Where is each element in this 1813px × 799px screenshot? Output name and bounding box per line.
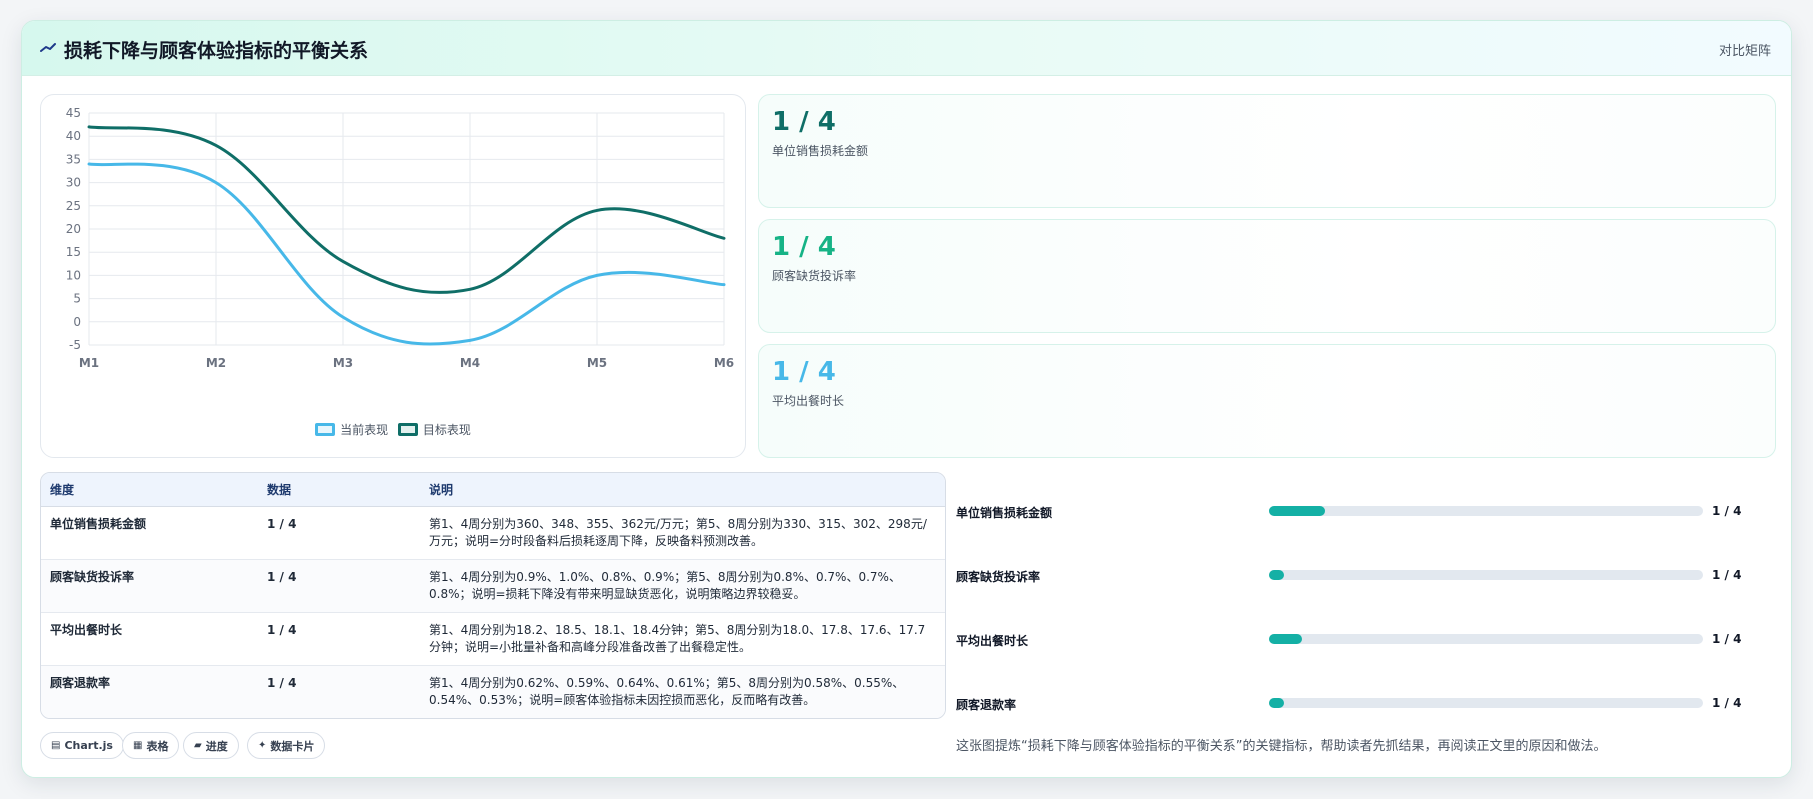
stat-card-stockout-complaints: 1 / 4 顾客缺货投诉率 xyxy=(758,219,1776,333)
x-tick-label: M5 xyxy=(587,356,607,370)
y-tick-label: 25 xyxy=(66,199,81,213)
y-tick-label: 30 xyxy=(66,176,81,190)
cell-data: 1 / 4 xyxy=(258,612,420,666)
stat-value: 1 / 4 xyxy=(772,107,836,137)
panel-header: 损耗下降与顾客体验指标的平衡关系 对比矩阵 xyxy=(22,21,1791,76)
stat-card-loss-amount: 1 / 4 单位销售损耗金额 xyxy=(758,94,1776,208)
y-tick-label: 5 xyxy=(73,292,81,306)
cell-data: 1 / 4 xyxy=(258,506,420,560)
x-tick-label: M1 xyxy=(79,356,99,370)
x-tick-label: M2 xyxy=(206,356,226,370)
progress-fill xyxy=(1269,698,1285,708)
y-tick-label: 20 xyxy=(66,222,81,236)
chip-chartjs[interactable]: ▤ Chart.js xyxy=(40,732,124,759)
cell-data: 1 / 4 xyxy=(267,675,297,690)
series-line-target xyxy=(87,125,726,294)
stat-label: 单位销售损耗金额 xyxy=(772,144,869,158)
line-chart-canvas: -5 0 5 10 15 20 25 30 35 40 45 M1 M2 M3 M4 M5 M6 xyxy=(66,106,734,370)
cell-dimension: 顾客缺货投诉率 xyxy=(41,559,258,613)
stat-label: 平均出餐时长 xyxy=(772,394,845,408)
cell-description: 第1、4周分别为0.62%、0.59%、0.64%、0.61%；第5、8周分别为… xyxy=(429,675,905,707)
table-row: 顾客缺货投诉率 1 / 4 第1、4周分别为0.9%、1.0%、0.8%、0.9… xyxy=(41,559,945,613)
cell-description: 第1、4周分别为0.9%、1.0%、0.8%、0.9%；第5、8周分别为0.8%… xyxy=(420,559,945,613)
progress-value: 1 / 4 xyxy=(1712,696,1742,710)
y-tick-label: 40 xyxy=(66,129,81,143)
chip-table[interactable]: ▦ 表格 xyxy=(122,732,180,759)
progress-track xyxy=(1269,570,1703,580)
column-header-data: 数据 xyxy=(258,473,420,507)
y-tick-label: -5 xyxy=(69,338,81,352)
chart-caption: 这张图提炼“损耗下降与顾客体验指标的平衡关系”的关键指标，帮助读者先抓结果，再阅… xyxy=(956,739,1607,754)
cell-dimension: 单位销售损耗金额 xyxy=(41,506,258,560)
progress-row-refund-rate: 顾客退款率 1 / 4 xyxy=(956,692,1776,716)
series-line-current xyxy=(87,162,726,346)
chart-icon: ▤ xyxy=(51,740,61,751)
main-panel: 损耗下降与顾客体验指标的平衡关系 对比矩阵 -5 0 5 10 15 20 25 30 35 40… xyxy=(21,20,1792,778)
progress-value: 1 / 4 xyxy=(1712,632,1742,646)
table-row: 顾客退款率 1 / 4 第1、4周分别为0.62%、0.59%、0.64%、0.… xyxy=(41,665,945,718)
legend-swatch-current xyxy=(315,423,336,436)
chip-label: 进度 xyxy=(205,739,228,753)
stat-card-serving-time: 1 / 4 平均出餐时长 xyxy=(758,344,1776,458)
x-tick-label: M4 xyxy=(460,356,480,370)
metrics-table: 维度 数据 说明 单位销售损耗金额 1 / 4 第1、4周分别为360、348、… xyxy=(40,472,946,719)
progress-track xyxy=(1269,698,1703,708)
cell-description: 第1、4周分别为18.2、18.5、18.1、18.4分钟；第5、8周分别为18… xyxy=(420,612,945,666)
y-tick-label: 35 xyxy=(66,152,81,166)
stat-label: 顾客缺货投诉率 xyxy=(772,269,857,283)
chip-label: Chart.js xyxy=(64,739,113,752)
y-tick-label: 45 xyxy=(66,106,81,120)
table-header-row: 维度 数据 说明 xyxy=(41,473,945,507)
column-header-description: 说明 xyxy=(420,473,945,507)
y-tick-label: 15 xyxy=(66,245,81,259)
progress-row-stockout-complaints: 顾客缺货投诉率 1 / 4 xyxy=(956,564,1776,588)
legend-swatch-target xyxy=(397,423,418,436)
column-header-dimension: 维度 xyxy=(41,473,258,507)
table-icon: ▦ xyxy=(133,740,143,751)
page-title: 损耗下降与顾客体验指标的平衡关系 xyxy=(64,40,369,62)
progress-label: 顾客退款率 xyxy=(956,698,1017,712)
progress-row-loss-amount: 单位销售损耗金额 1 / 4 xyxy=(956,500,1776,524)
legend-item-target[interactable]: 目标表现 xyxy=(397,421,471,438)
compare-matrix-button[interactable]: 对比矩阵 xyxy=(1719,40,1771,59)
trend-line-icon xyxy=(40,43,56,52)
progress-label: 顾客缺货投诉率 xyxy=(956,570,1041,584)
progress-row-serving-time: 平均出餐时长 1 / 4 xyxy=(956,628,1776,652)
chip-progress[interactable]: ▰ 进度 xyxy=(183,732,239,759)
chip-data-cards[interactable]: ✦ 数据卡片 xyxy=(247,732,326,759)
chart-legend: 当前表现 目标表现 xyxy=(41,421,745,439)
progress-value: 1 / 4 xyxy=(1712,568,1742,582)
chip-label: 数据卡片 xyxy=(270,739,315,753)
cell-data: 1 / 4 xyxy=(258,559,420,613)
cell-description: 第1、4周分别为360、348、355、362元/万元；第5、8周分别为330、… xyxy=(420,506,945,560)
sparkle-icon: ✦ xyxy=(258,740,267,751)
legend-item-current[interactable]: 当前表现 xyxy=(315,421,388,438)
progress-fill xyxy=(1269,570,1285,580)
progress-fill xyxy=(1269,634,1302,644)
table-row: 平均出餐时长 1 / 4 第1、4周分别为18.2、18.5、18.1、18.4… xyxy=(41,612,945,666)
cell-dimension: 顾客退款率 xyxy=(50,675,111,690)
cell-dimension: 平均出餐时长 xyxy=(41,612,258,666)
y-tick-label: 0 xyxy=(73,315,81,329)
table-row: 单位销售损耗金额 1 / 4 第1、4周分别为360、348、355、362元/… xyxy=(41,506,945,560)
x-tick-label: M6 xyxy=(714,356,734,370)
progress-label: 单位销售损耗金额 xyxy=(956,506,1053,520)
legend-label-current: 当前表现 xyxy=(340,423,389,437)
chip-label: 表格 xyxy=(146,739,169,753)
progress-track xyxy=(1269,634,1703,644)
progress-value: 1 / 4 xyxy=(1712,504,1742,518)
stat-value: 1 / 4 xyxy=(772,232,836,262)
x-tick-label: M3 xyxy=(333,356,353,370)
progress-track xyxy=(1269,506,1703,516)
line-chart: -5 0 5 10 15 20 25 30 35 40 45 M1 M2 M3 M4 M5 M6 当前表现 目标… xyxy=(40,94,746,458)
stat-value: 1 / 4 xyxy=(772,357,836,387)
y-tick-label: 10 xyxy=(66,268,81,282)
progress-icon: ▰ xyxy=(194,740,202,751)
legend-label-target: 目标表现 xyxy=(422,423,471,437)
progress-label: 平均出餐时长 xyxy=(956,634,1029,648)
progress-fill xyxy=(1269,506,1326,516)
